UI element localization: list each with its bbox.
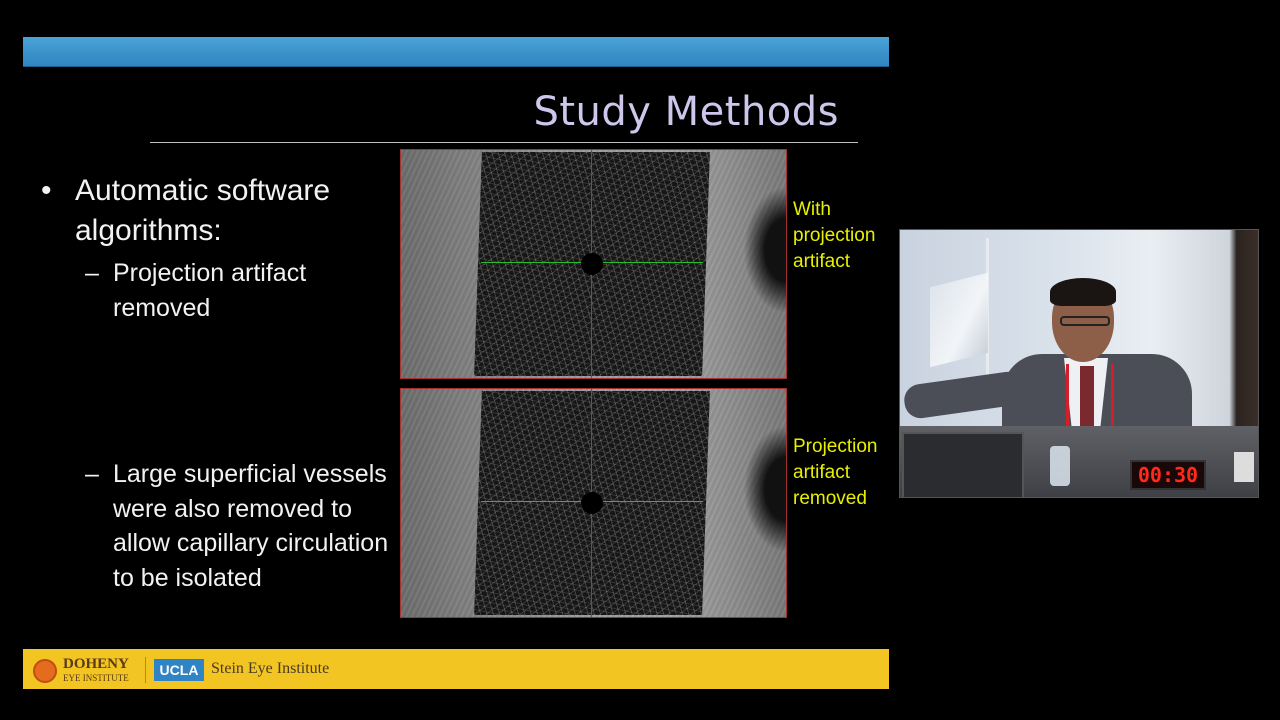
countdown-timer: 00:30 [1130,460,1206,490]
main-bullet-text: Automatic software algorithms: [75,174,331,247]
cup [1234,452,1254,482]
fovea-spot [581,492,603,514]
fovea-spot [581,253,603,275]
title-divider [150,142,858,143]
slide-title: Study Methods [533,89,839,135]
oct-angiography-image-with-artifact [400,149,787,379]
main-bullet: • Automatic software algorithms: [41,171,401,251]
slide-footer: DOHENY EYE INSTITUTE UCLA Stein Eye Inst… [23,649,889,689]
speaker-hair [1050,278,1116,306]
caption-with-artifact: With projection artifact [793,199,876,272]
sub-bullet-text: Large superficial vessels were also remo… [113,460,389,592]
sub-bullet-dash: – [85,460,99,488]
footer-separator [145,657,146,683]
oct-angiography-image-artifact-removed [400,388,787,618]
presentation-slide: Study Methods • Automatic software algor… [23,37,889,689]
doheny-name: DOHENY [63,656,129,672]
speaker-video-feed: 00:30 [899,229,1259,498]
podium-monitor [902,432,1024,497]
caption-artifact-removed: Projection artifact removed [793,436,878,509]
sub-bullet-2: – Large superficial vessels were also re… [85,457,405,595]
slide-top-bar [23,37,889,67]
doheny-wordmark: DOHENY EYE INSTITUTE [63,657,129,685]
sub-bullet-text: Projection artifact removed [113,259,307,322]
sub-bullet-dash: – [85,259,99,287]
sub-bullet-1: – Projection artifact removed [85,256,405,325]
stein-institute-name: Stein Eye Institute [211,660,330,677]
water-bottle [1050,446,1070,486]
flag [930,272,988,368]
speaker-glasses [1060,316,1110,326]
doheny-logo-icon [33,659,57,683]
doheny-subtitle: EYE INSTITUTE [63,673,129,683]
ucla-logo: UCLA [154,659,204,681]
bullet-dot: • [41,174,52,207]
